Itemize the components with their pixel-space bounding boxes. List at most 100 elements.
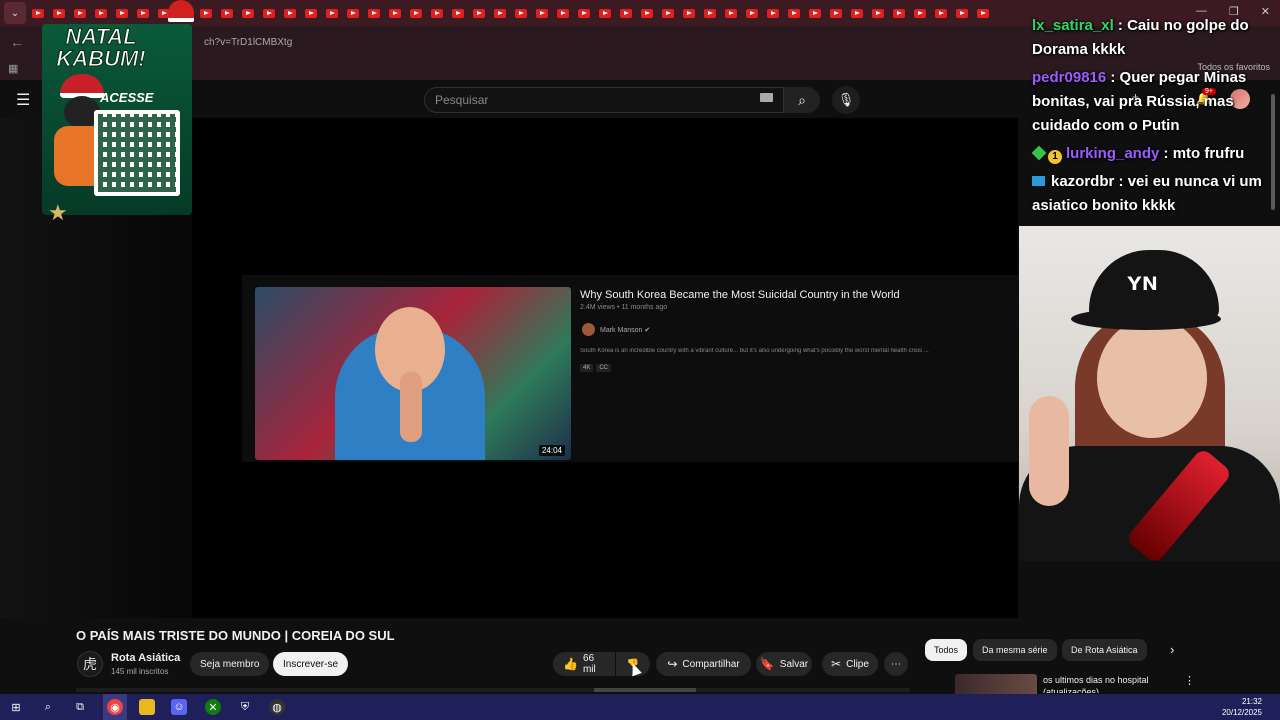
voice-search-button[interactable]: 🎙 xyxy=(832,86,860,114)
youtube-tab-icon[interactable] xyxy=(683,8,695,18)
verified-icon: ✔ xyxy=(644,327,651,334)
task-view-icon[interactable]: ⧉ xyxy=(72,699,88,715)
chat-username: lx_satira_xl xyxy=(1032,17,1114,34)
youtube-tab-icon[interactable] xyxy=(305,8,317,18)
kabum-cta: ACESSE xyxy=(100,90,154,105)
microphone-icon: 🎙 xyxy=(837,92,855,107)
clock-date: 20/12/2025 xyxy=(1221,708,1262,717)
channel-name[interactable]: Rota Asiática xyxy=(111,652,180,664)
shield-icon[interactable]: ⛨ xyxy=(237,699,253,715)
youtube-tab-icon[interactable] xyxy=(494,8,506,18)
badge-cc: CC xyxy=(596,364,612,372)
keyboard-icon[interactable] xyxy=(760,93,773,102)
clip-button[interactable]: ✂ Clipe xyxy=(822,652,878,676)
thumbs-up-icon: 👍 xyxy=(563,657,578,671)
youtube-tab-icon[interactable] xyxy=(410,8,422,18)
youtube-tab-icon[interactable] xyxy=(200,8,212,18)
end-card-channel-avatar[interactable] xyxy=(582,323,595,336)
chat-username: kazordbr xyxy=(1051,173,1115,190)
scroll-track xyxy=(76,688,910,692)
windows-start-icon[interactable]: ⊞ xyxy=(8,699,24,715)
end-card-meta: 2.4M views • 11 months ago xyxy=(580,304,668,311)
youtube-tab-icon[interactable] xyxy=(284,8,296,18)
taskbar xyxy=(0,694,1280,720)
youtube-tab-icon[interactable] xyxy=(830,8,842,18)
youtube-tab-icon[interactable] xyxy=(914,8,926,18)
chrome-icon[interactable]: ◉ xyxy=(107,699,123,715)
qr-code xyxy=(94,110,180,196)
more-icon: ⋯ xyxy=(891,658,901,670)
search-icon[interactable]: ⌕ xyxy=(40,699,56,715)
star-icon: ★ xyxy=(48,200,68,225)
recommended-thumbnail[interactable] xyxy=(955,674,1037,694)
join-button[interactable]: Seja membro xyxy=(190,652,270,676)
youtube-tab-icon[interactable] xyxy=(767,8,779,18)
youtube-tab-icon[interactable] xyxy=(473,8,485,18)
webcam-feed: ʏɴ xyxy=(1019,226,1280,561)
end-card-title[interactable]: Why South Korea Became the Most Suicidal… xyxy=(580,289,900,301)
youtube-tab-icon[interactable] xyxy=(893,8,905,18)
chevron-right-icon[interactable]: › xyxy=(1170,642,1174,657)
youtube-tab-icon[interactable] xyxy=(641,8,653,18)
stream-chat: lx_satira_xl : Caiu no golpe do Dorama k… xyxy=(1031,14,1280,222)
recommended-title[interactable]: os ultimos dias no hospital (atualizaçõe… xyxy=(1043,674,1173,693)
search-input[interactable]: Pesquisar xyxy=(424,87,784,113)
youtube-tab-icon[interactable] xyxy=(515,8,527,18)
chip-all[interactable]: Todos xyxy=(925,639,968,661)
subscribe-button[interactable]: Inscrever-se xyxy=(273,652,349,676)
system-clock[interactable]: 21:32 20/12/2025 xyxy=(1222,696,1262,718)
save-button[interactable]: 🔖 Salvar xyxy=(756,652,812,676)
youtube-tab-icon[interactable] xyxy=(389,8,401,18)
page-scrollbar[interactable] xyxy=(1271,94,1275,210)
youtube-tab-icon[interactable] xyxy=(599,8,611,18)
chat-username: lurking_andy xyxy=(1066,145,1160,162)
end-card-channel[interactable]: Mark Manson ✔ xyxy=(600,326,650,334)
bookmark-icon: 🔖 xyxy=(759,657,775,671)
discord-icon[interactable]: ☺ xyxy=(171,699,187,715)
youtube-tab-icon[interactable] xyxy=(662,8,674,18)
youtube-tab-icon[interactable] xyxy=(704,8,716,18)
xbox-icon[interactable]: ✕ xyxy=(205,699,221,715)
more-actions-button[interactable]: ⋯ xyxy=(884,652,908,676)
url-field[interactable]: ch?v=TrD1lCMBXtg xyxy=(204,37,292,48)
youtube-tab-icon[interactable] xyxy=(578,8,590,18)
chip-from-channel[interactable]: De Rota Asiática xyxy=(1062,639,1147,661)
scissors-icon: ✂ xyxy=(831,657,842,671)
youtube-tab-icon[interactable] xyxy=(935,8,947,18)
youtube-tab-icon[interactable] xyxy=(809,8,821,18)
youtube-tab-icon[interactable] xyxy=(746,8,758,18)
crown-badge-icon xyxy=(1032,176,1045,186)
youtube-tab-icon[interactable] xyxy=(431,8,443,18)
kebab-menu-icon[interactable]: ⋮ xyxy=(1184,674,1195,687)
channel-avatar[interactable]: 虎 xyxy=(77,651,103,677)
chat-text: : mto frufru xyxy=(1159,145,1245,162)
youtube-tab-icon[interactable] xyxy=(872,8,884,18)
clock-time: 21:32 xyxy=(1241,697,1262,706)
youtube-tab-icon[interactable] xyxy=(788,8,800,18)
youtube-tab-icon[interactable] xyxy=(956,8,968,18)
youtube-tab-icon[interactable] xyxy=(851,8,863,18)
youtube-tab-icon[interactable] xyxy=(620,8,632,18)
share-button[interactable]: ↪ Compartilhar xyxy=(656,652,751,676)
youtube-tab-icon[interactable] xyxy=(242,8,254,18)
youtube-tab-icon[interactable] xyxy=(536,8,548,18)
apps-grid-icon[interactable]: ▦ xyxy=(8,62,18,75)
youtube-tab-icon[interactable] xyxy=(977,8,989,18)
youtube-tab-icon[interactable] xyxy=(725,8,737,18)
youtube-tab-icon[interactable] xyxy=(326,8,338,18)
search-button[interactable]: ⌕ xyxy=(784,87,820,113)
obs-icon[interactable]: ◍ xyxy=(269,699,285,715)
youtube-tab-icon[interactable] xyxy=(452,8,464,18)
chat-username: pedr09816 xyxy=(1032,69,1107,86)
chip-same-series[interactable]: Da mesma série xyxy=(973,639,1057,661)
youtube-tab-icon[interactable] xyxy=(263,8,275,18)
youtube-tab-icon[interactable] xyxy=(557,8,569,18)
chat-message: pedr09816 : Quer pegar Minas bonitas, va… xyxy=(1032,66,1280,138)
like-button[interactable]: 👍 66 mil xyxy=(553,652,615,676)
youtube-tab-icon[interactable] xyxy=(221,8,233,18)
youtube-tab-icon[interactable] xyxy=(368,8,380,18)
scroll-thumb[interactable] xyxy=(594,688,696,692)
folder-icon[interactable] xyxy=(139,699,155,715)
youtube-tab-icon[interactable] xyxy=(347,8,359,18)
end-card-thumbnail[interactable]: 24:04 xyxy=(255,287,571,460)
